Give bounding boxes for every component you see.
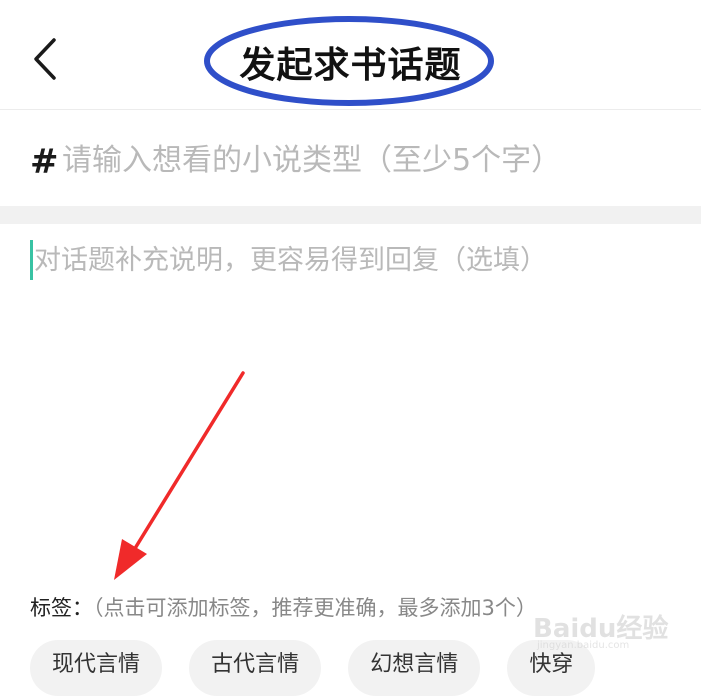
- header-bar: 发起求书话题: [0, 0, 701, 110]
- tag-chip-quick-transmigration[interactable]: 快穿: [507, 640, 596, 696]
- topic-title-row: #: [0, 110, 701, 206]
- tag-chip-ancient-romance[interactable]: 古代言情: [189, 640, 322, 696]
- page-title: 发起求书话题: [239, 45, 462, 86]
- section-divider: [0, 206, 701, 224]
- tags-row: 现代言情 古代言情 幻想言情 快穿: [30, 640, 617, 696]
- text-caret: [30, 240, 33, 280]
- tags-label-row: 标签：（点击可添加标签，推荐更准确，最多添加3个）: [30, 592, 537, 622]
- tag-chip-modern-romance[interactable]: 现代言情: [30, 640, 163, 696]
- tags-hint: （点击可添加标签，推荐更准确，最多添加3个）: [93, 596, 537, 620]
- topic-title-input[interactable]: [62, 138, 682, 182]
- tags-label: 标签：: [30, 596, 93, 620]
- description-input[interactable]: [34, 238, 674, 518]
- tag-chip-fantasy-romance[interactable]: 幻想言情: [348, 640, 481, 696]
- hash-icon: #: [30, 142, 59, 182]
- description-area: [30, 238, 680, 538]
